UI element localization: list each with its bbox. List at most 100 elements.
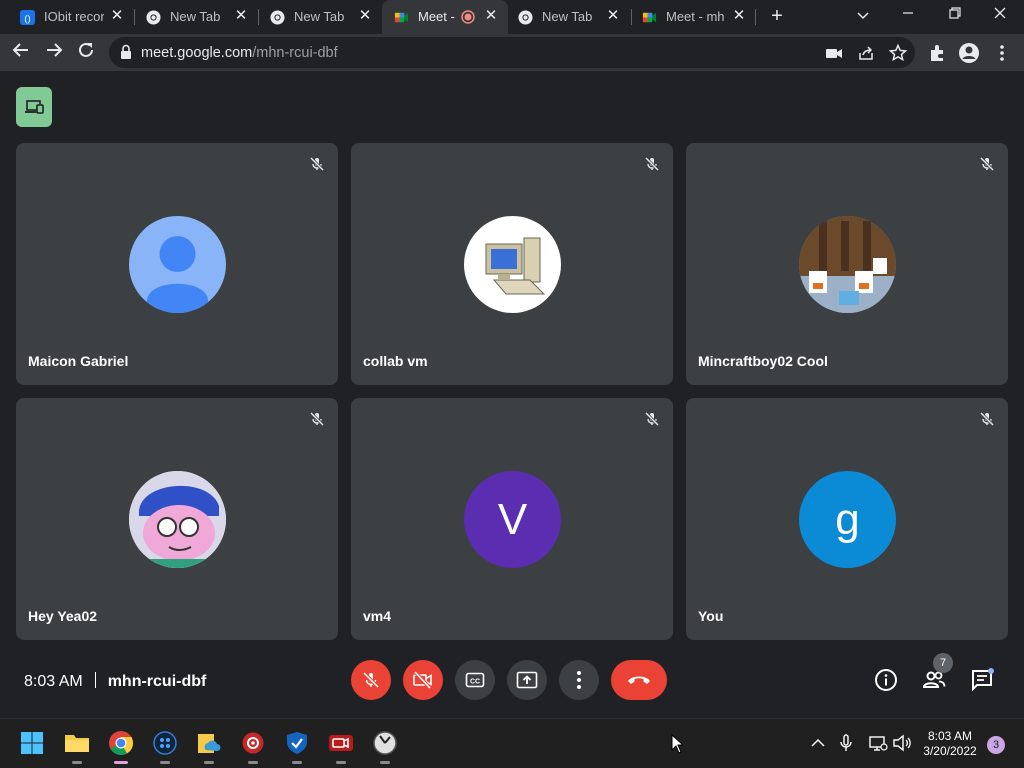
default-person-avatar (129, 216, 226, 313)
participant-tile[interactable]: V vm4 (351, 398, 673, 640)
address-bar[interactable]: meet.google.com/mhn-rcui-dbf (109, 37, 915, 68)
close-icon[interactable]: ✕ (730, 7, 748, 25)
gear-badge-icon (242, 732, 264, 754)
camera-off-icon (413, 670, 432, 690)
extensions-icon[interactable] (927, 42, 949, 64)
bookmark-star-icon[interactable] (888, 43, 908, 63)
notification-badge[interactable]: 3 (987, 736, 1005, 754)
system-clock[interactable]: 8:03 AM 3/20/2022 (918, 729, 982, 759)
taskbar-shield-app[interactable] (282, 728, 312, 764)
running-indicator (248, 761, 258, 764)
more-options-button[interactable] (559, 660, 599, 700)
taskbar-app-dots[interactable] (150, 728, 180, 764)
mic-toggle-button[interactable] (351, 660, 391, 700)
meeting-time: 8:03 AM (24, 673, 83, 690)
tab-search-icon[interactable] (848, 6, 878, 26)
running-indicator (336, 761, 346, 764)
minimize-icon (903, 12, 913, 14)
tab-new-tab-3[interactable]: New Tab ✕ (498, 0, 632, 34)
leave-call-button[interactable] (611, 660, 667, 700)
participant-name: collab vm (363, 353, 428, 369)
show-hidden-icons-icon[interactable] (808, 733, 828, 753)
taskbar-red-app[interactable] (238, 728, 268, 764)
share-icon[interactable] (856, 43, 876, 63)
running-indicator (380, 761, 390, 764)
forward-button[interactable] (41, 40, 67, 66)
camera-toggle-button[interactable] (403, 660, 443, 700)
mic-off-icon (362, 671, 380, 689)
start-button[interactable] (17, 728, 47, 758)
tab-title: Meet - (418, 9, 455, 24)
camera-icon[interactable] (824, 43, 844, 63)
reload-button[interactable] (73, 40, 99, 66)
devices-icon (25, 100, 44, 114)
present-screen-button[interactable] (507, 660, 547, 700)
meeting-info: 8:03 AM mhn-rcui-dbf (24, 672, 206, 691)
clock-date: 3/20/2022 (923, 744, 977, 758)
lock-icon[interactable] (119, 44, 133, 60)
participant-tile[interactable]: Hey Yea02 (16, 398, 338, 640)
app-dots-icon (153, 731, 177, 755)
volume-icon[interactable] (892, 733, 912, 753)
tab-new-tab-1[interactable]: New Tab ✕ (126, 0, 260, 34)
close-icon[interactable]: ✕ (232, 7, 250, 25)
new-tab-button[interactable]: + (762, 4, 792, 28)
meet-page: Maicon Gabriel collab vm Mincraftboy02 C… (0, 71, 1024, 718)
tab-meet-active[interactable]: Meet - ✕ (382, 0, 508, 34)
restore-icon (949, 7, 961, 19)
meeting-details-icon[interactable] (874, 668, 898, 692)
running-indicator (204, 761, 214, 764)
participant-tile[interactable]: collab vm (351, 143, 673, 385)
meet-icon (642, 12, 657, 23)
restore-button[interactable] (940, 4, 970, 28)
meeting-code: mhn-rcui-dbf (107, 673, 207, 690)
windows-logo-icon (21, 732, 43, 754)
clock-app-icon (373, 731, 397, 755)
url-path: /mhn-rcui-dbf (252, 45, 338, 61)
chat-icon[interactable] (970, 668, 994, 692)
participant-tile[interactable]: Maicon Gabriel (16, 143, 338, 385)
network-icon[interactable] (868, 733, 888, 753)
tab-title: IObit recor (44, 9, 104, 24)
tab-title: New Tab (542, 9, 593, 24)
profile-icon[interactable] (958, 42, 980, 64)
reload-icon (79, 42, 93, 57)
tab-iobit[interactable]: () IObit recor ✕ (0, 0, 134, 34)
svg-text:(): () (24, 13, 30, 23)
mic-muted-icon (644, 156, 660, 172)
taskbar-files-cloud[interactable] (194, 728, 224, 764)
captions-button[interactable]: CC (455, 660, 495, 700)
url-text: meet.google.com/mhn-rcui-dbf (141, 45, 338, 61)
divider (94, 672, 96, 688)
tab-meet-2[interactable]: Meet - mh ✕ (622, 0, 756, 34)
back-button[interactable] (8, 40, 34, 66)
tab-new-tab-2[interactable]: New Tab ✕ (250, 0, 384, 34)
cloud-folder-icon (198, 734, 221, 753)
tab-title: New Tab (170, 9, 221, 24)
folder-icon (65, 735, 89, 752)
taskbar-clock-app[interactable] (370, 728, 400, 764)
taskbar-recorder[interactable] (326, 728, 356, 764)
mic-muted-icon (309, 156, 325, 172)
companion-mode-button[interactable] (16, 87, 52, 127)
participant-tile[interactable]: Mincraftboy02 Cool (686, 143, 1008, 385)
close-window-button[interactable] (985, 4, 1015, 28)
participant-name: Hey Yea02 (28, 608, 98, 624)
close-icon[interactable]: ✕ (604, 7, 622, 25)
minimize-button[interactable] (893, 4, 923, 28)
participant-tile-self[interactable]: g You (686, 398, 1008, 640)
close-icon[interactable]: ✕ (108, 7, 126, 25)
microphone-icon[interactable] (836, 733, 856, 753)
taskbar-file-explorer[interactable] (62, 728, 92, 764)
running-indicator (72, 761, 82, 764)
taskbar-chrome[interactable] (106, 728, 136, 764)
close-icon[interactable]: ✕ (356, 7, 374, 25)
tab-divider (755, 9, 756, 25)
chrome-icon (518, 10, 533, 25)
menu-kebab-icon[interactable] (991, 42, 1013, 64)
chrome-icon (109, 731, 133, 756)
forward-arrow-icon (47, 43, 63, 57)
closed-captions-icon: CC (465, 672, 485, 688)
computer-avatar (464, 216, 561, 313)
mic-muted-icon (309, 411, 325, 427)
